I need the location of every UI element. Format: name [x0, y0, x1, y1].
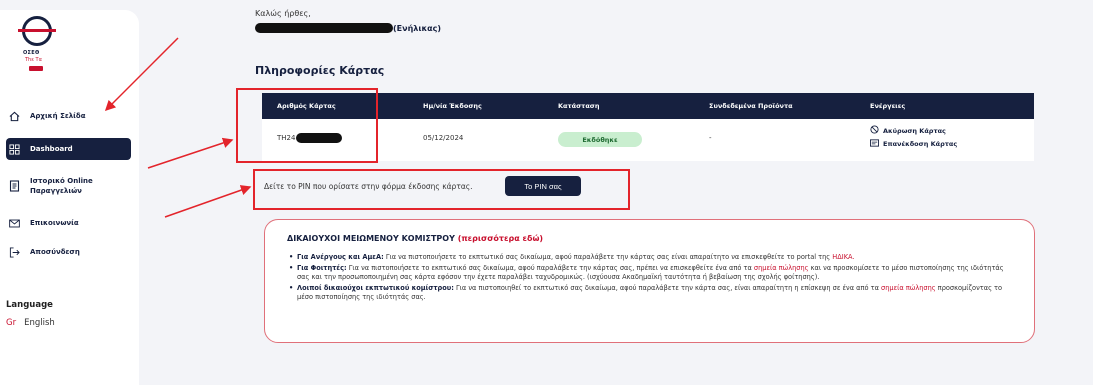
- reduced-fare-info-box: ΔΙΚΑΙΟΥΧΟΙ ΜΕΙΩΜΕΝΟΥ ΚΟΜΙΣΤΡΟΥ (περισσότ…: [264, 219, 1035, 343]
- arrow-to-pin: [164, 185, 252, 218]
- list-item: Για Ανέργους και ΑμεΑ: Για να πιστοποιήσ…: [289, 253, 1010, 263]
- list-item-heading: Για Φοιτητές:: [297, 263, 347, 272]
- card-icon: [870, 139, 879, 149]
- list-item: Λοιποί δικαιούχοι εκπτωτικού κομίστρου: …: [289, 283, 1010, 303]
- brand-logo[interactable]: OΣΕΘ Thε Τα: [18, 16, 62, 86]
- status-badge: Εκδόθηκε: [558, 132, 642, 147]
- info-title-text: ΔΙΚΑΙΟΥΧΟΙ ΜΕΙΩΜΕΝΟΥ ΚΟΜΙΣΤΡΟΥ: [287, 234, 455, 243]
- user-name: (Ενήλικας): [255, 23, 441, 33]
- cancel-icon: [870, 125, 879, 136]
- welcome-text: Καλώς ήρθες,: [255, 9, 311, 18]
- user-type: (Ενήλικας): [393, 23, 442, 33]
- points-of-sale-link[interactable]: σημεία πώλησης: [881, 284, 936, 292]
- sidebar-item-order-history[interactable]: Ιστορικό Online Παραγγελιών: [6, 175, 131, 197]
- sidebar-item-label-line2: Παραγγελιών: [30, 187, 82, 195]
- logo-bar: [18, 29, 56, 32]
- list-item-text: Για να πιστοποιήσετε το εκπτωτικό σας δι…: [346, 263, 754, 272]
- sidebar-item-label: Αποσύνδεση: [30, 248, 80, 256]
- sidebar-item-label: Ιστορικό Online: [30, 177, 93, 185]
- language-label: Language: [6, 300, 53, 310]
- brand-title: OΣΕΘ: [23, 50, 40, 56]
- document-icon: [8, 180, 20, 192]
- sidebar-item-label: Αρχική Σελίδα: [30, 112, 86, 120]
- info-list: Για Ανέργους και ΑμεΑ: Για να πιστοποιήσ…: [287, 253, 1010, 303]
- logout-icon: [8, 246, 20, 258]
- sidebar-item-logout[interactable]: Αποσύνδεση: [6, 245, 131, 259]
- list-item-heading: Λοιποί δικαιούχοι εκπτωτικού κομίστρου:: [297, 283, 454, 292]
- column-header: Κατάσταση: [558, 102, 600, 110]
- linked-products: -: [709, 134, 712, 142]
- dashboard-icon: [8, 143, 20, 155]
- language-switcher: Gr English: [6, 318, 55, 328]
- idika-link[interactable]: ΗΔΙΚΑ.: [832, 253, 854, 261]
- mail-icon: [8, 217, 20, 229]
- list-item-heading: Για Ανέργους και ΑμεΑ:: [297, 253, 384, 261]
- redacted-name: [255, 23, 393, 33]
- pin-description: Δείτε το PIN που ορίσατε στην φόρμα έκδο…: [264, 182, 473, 191]
- sidebar-item-label-group: Ιστορικό Online Παραγγελιών: [30, 176, 93, 196]
- more-info-link[interactable]: (περισσότερα εδώ): [458, 234, 543, 243]
- brand-subtitle: Thε Τα: [25, 57, 42, 63]
- page-title: Πληροφορίες Κάρτας: [255, 64, 385, 77]
- reissue-card-label: Επανέκδοση Κάρτας: [883, 140, 958, 148]
- column-header: Ενέργειες: [870, 102, 906, 110]
- cancel-card-label: Ακύρωση Κάρτας: [883, 126, 946, 135]
- language-option-en[interactable]: English: [24, 318, 55, 328]
- list-item-text: Για να πιστοποιηθεί το εκπτωτικό σας δικ…: [453, 283, 882, 292]
- sidebar: OΣΕΘ Thε Τα Αρχική Σελίδα Dashboard Ιστο…: [0, 10, 139, 385]
- list-item: Για Φοιτητές: Για να πιστοποιήσετε το εκ…: [289, 263, 1010, 283]
- show-pin-button[interactable]: Το PIN σας: [505, 176, 581, 196]
- language-option-gr[interactable]: Gr: [6, 318, 16, 328]
- list-item-text: Για να πιστοποιήσετε το εκπτωτικό σας δι…: [383, 253, 833, 261]
- sidebar-item-home[interactable]: Αρχική Σελίδα: [6, 109, 131, 123]
- info-title: ΔΙΚΑΙΟΥΧΟΙ ΜΕΙΩΜΕΝΟΥ ΚΟΜΙΣΤΡΟΥ (περισσότ…: [287, 234, 1010, 243]
- sidebar-item-label: Επικοινωνία: [30, 219, 79, 227]
- column-header: Ημ/νία Έκδοσης: [423, 102, 482, 110]
- column-header: Συνδεδεμένα Προϊόντα: [709, 102, 793, 110]
- logo-tag: [29, 66, 43, 71]
- sidebar-item-contact[interactable]: Επικοινωνία: [6, 216, 131, 230]
- sidebar-item-label: Dashboard: [30, 145, 73, 153]
- sidebar-item-dashboard[interactable]: Dashboard: [6, 138, 131, 160]
- reissue-card-action[interactable]: Επανέκδοση Κάρτας: [870, 139, 957, 149]
- issue-date: 05/12/2024: [423, 134, 464, 142]
- annotation-box-card-number: [236, 88, 378, 163]
- cancel-card-action[interactable]: Ακύρωση Κάρτας: [870, 125, 946, 136]
- points-of-sale-link[interactable]: σημεία πώλησης: [754, 264, 809, 272]
- arrow-to-card-number: [147, 137, 234, 169]
- home-icon: [8, 110, 20, 122]
